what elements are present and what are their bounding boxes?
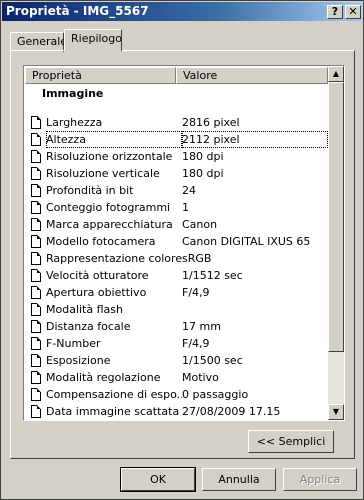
- property-name: Rappresentazione colore: [46, 252, 182, 265]
- property-value: 1: [182, 201, 189, 214]
- column-header-value[interactable]: Valore: [176, 67, 328, 84]
- property-value: 0 passaggio: [182, 388, 249, 401]
- property-value: 1/1512 sec: [182, 269, 243, 282]
- cancel-button[interactable]: Annulla: [202, 468, 276, 491]
- property-name: Apertura obiettivo: [46, 286, 147, 299]
- list-item[interactable]: Velocità otturatore 1/1512 sec: [28, 267, 328, 284]
- property-name: Altezza: [46, 131, 182, 148]
- document-icon: [31, 133, 41, 146]
- property-value: 17 mm: [182, 320, 221, 333]
- property-value: 2816 pixel: [182, 116, 240, 129]
- properties-dialog: Proprietà - IMG_5567 ? ✕ Generale Riepil…: [0, 0, 364, 500]
- document-icon: [31, 303, 41, 316]
- tab-generale[interactable]: Generale: [10, 32, 67, 52]
- property-value: Canon DIGITAL IXUS 65: [182, 235, 311, 248]
- property-name: Larghezza: [46, 116, 103, 129]
- list-item[interactable]: Altezza 2112 pixel: [28, 131, 328, 148]
- property-value: 27/08/2009 17.15: [182, 405, 281, 418]
- property-value: 1/1500 sec: [182, 354, 243, 367]
- property-name: Modalità regolazione: [46, 371, 161, 384]
- vertical-scrollbar[interactable]: ▲ ▼: [328, 66, 344, 420]
- property-value: sRGB: [182, 252, 212, 265]
- property-name: Risoluzione verticale: [46, 167, 160, 180]
- document-icon: [31, 269, 41, 282]
- group-title: Immagine: [42, 87, 104, 100]
- scroll-up-button[interactable]: ▲: [328, 66, 344, 82]
- column-header-property[interactable]: Proprietà: [25, 67, 176, 84]
- scroll-thumb[interactable]: [328, 82, 344, 352]
- list-item[interactable]: Risoluzione verticale 180 dpi: [28, 165, 328, 182]
- title-bar: Proprietà - IMG_5567 ? ✕: [2, 2, 362, 21]
- property-name: Modello fotocamera: [46, 235, 156, 248]
- document-icon: [31, 218, 41, 231]
- document-icon: [31, 337, 41, 350]
- document-icon: [31, 116, 41, 129]
- list-item[interactable]: Conteggio fotogrammi 1: [28, 199, 328, 216]
- list-item[interactable]: Compensazione di espo... 0 passaggio: [28, 386, 328, 403]
- property-name: Distanza focale: [46, 320, 131, 333]
- document-icon: [31, 286, 41, 299]
- property-value: 180 dpi: [182, 167, 224, 180]
- list-item[interactable]: Rappresentazione colore sRGB: [28, 250, 328, 267]
- list-item[interactable]: Esposizione 1/1500 sec: [28, 352, 328, 369]
- property-name: F-Number: [46, 337, 101, 350]
- properties-list[interactable]: Proprietà Valore Immagine Larghezza 2816 …: [23, 65, 345, 421]
- list-item[interactable]: Data immagine scattata 27/08/2009 17.15: [28, 403, 328, 420]
- property-value: 2112 pixel: [182, 131, 328, 148]
- list-item[interactable]: Modalità regolazione Motivo: [28, 369, 328, 386]
- list-item[interactable]: Distanza focale 17 mm: [28, 318, 328, 335]
- semplici-button[interactable]: << Semplici: [248, 430, 334, 453]
- property-name: Profondità in bit: [46, 184, 134, 197]
- property-value: Motivo: [182, 371, 219, 384]
- document-icon: [31, 184, 41, 197]
- apply-button[interactable]: Applica: [283, 468, 357, 491]
- property-name: Conteggio fotogrammi: [46, 201, 171, 214]
- list-item[interactable]: Larghezza 2816 pixel: [28, 114, 328, 131]
- list-item[interactable]: F-Number F/4,9: [28, 335, 328, 352]
- list-item[interactable]: Modalità flash: [28, 301, 328, 318]
- document-icon: [31, 354, 41, 367]
- document-icon: [31, 150, 41, 163]
- ok-button[interactable]: OK: [120, 467, 196, 492]
- property-name: Esposizione: [46, 354, 111, 367]
- list-item[interactable]: Modello fotocamera Canon DIGITAL IXUS 65: [28, 233, 328, 250]
- document-icon: [31, 235, 41, 248]
- property-value: F/4,9: [182, 286, 210, 299]
- close-button[interactable]: ✕: [345, 5, 361, 19]
- property-name: Compensazione di espo...: [46, 388, 182, 401]
- document-icon: [31, 405, 41, 418]
- property-name: Marca apparecchiatura: [46, 218, 173, 231]
- list-item[interactable]: Marca apparecchiatura Canon: [28, 216, 328, 233]
- document-icon: [31, 320, 41, 333]
- window-title: Proprietà - IMG_5567: [6, 4, 149, 18]
- document-icon: [31, 201, 41, 214]
- property-value: Canon: [182, 218, 218, 231]
- list-item[interactable]: Apertura obiettivo F/4,9: [28, 284, 328, 301]
- property-value: 180 dpi: [182, 150, 224, 163]
- list-item[interactable]: Profondità in bit 24: [28, 182, 328, 199]
- help-button[interactable]: ?: [327, 5, 343, 19]
- property-value: 24: [182, 184, 196, 197]
- property-name: Velocità otturatore: [46, 269, 149, 282]
- property-name: Risoluzione orizzontale: [46, 150, 173, 163]
- document-icon: [31, 167, 41, 180]
- tab-riepilogo[interactable]: Riepilogo: [64, 29, 122, 51]
- document-icon: [31, 371, 41, 384]
- document-icon: [31, 388, 41, 401]
- property-name: Modalità flash: [46, 303, 123, 316]
- property-name: Data immagine scattata: [46, 405, 180, 418]
- list-item[interactable]: Risoluzione orizzontale 180 dpi: [28, 148, 328, 165]
- document-icon: [31, 252, 41, 265]
- property-value: F/4,9: [182, 337, 210, 350]
- scroll-down-button[interactable]: ▼: [328, 404, 344, 420]
